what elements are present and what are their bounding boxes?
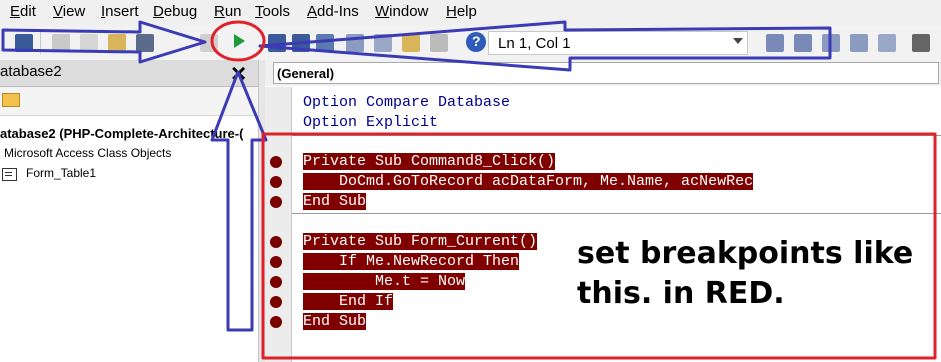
menu-view[interactable]: View — [53, 3, 85, 20]
tree-item-class-objects[interactable]: Microsoft Access Class Objects — [4, 146, 171, 160]
outdent-icon[interactable] — [794, 34, 812, 52]
breakpoint-dot[interactable] — [270, 256, 282, 268]
object-dropdown-value: (General) — [277, 66, 335, 81]
tree-item-form[interactable]: Form_Table1 — [26, 166, 96, 180]
menu-tools[interactable]: Tools — [255, 3, 290, 20]
stop-icon[interactable] — [292, 34, 310, 52]
indent-icon[interactable] — [766, 34, 784, 52]
save-icon[interactable] — [15, 34, 33, 52]
annotation-text: set breakpoints like this. in RED. — [577, 234, 913, 314]
procedure-separator — [292, 213, 941, 214]
toggle-folders-icon[interactable] — [2, 93, 20, 107]
code-line[interactable]: Option Compare Database — [303, 93, 510, 112]
project-pane-toolbar — [0, 87, 258, 116]
reset-icon[interactable] — [268, 34, 286, 52]
font-size-icon[interactable] — [878, 34, 896, 52]
breakpoint-dot[interactable] — [270, 196, 282, 208]
menu-insert[interactable]: Insert — [101, 3, 139, 20]
code-line[interactable]: End If — [303, 292, 394, 311]
code-line[interactable]: If Me.NewRecord Then — [303, 252, 520, 271]
toggle-breakpoint-icon[interactable] — [822, 34, 840, 52]
toolbar-separator — [40, 32, 41, 54]
close-icon[interactable]: × — [231, 58, 246, 89]
properties-icon[interactable] — [374, 34, 392, 52]
menu-bar: Edit View Insert Debug Run Tools Add-Ins… — [0, 0, 941, 26]
menu-help[interactable]: Help — [446, 3, 477, 20]
code-line[interactable]: Private Sub Form_Current() — [303, 232, 538, 251]
breakpoint-dot[interactable] — [270, 156, 282, 168]
list-properties-icon[interactable] — [912, 34, 930, 52]
undo-icon[interactable] — [200, 34, 218, 52]
procedure-separator — [292, 135, 941, 136]
design-mode-icon[interactable] — [316, 34, 334, 52]
copy-icon[interactable] — [80, 34, 98, 52]
cursor-position-text: Ln 1, Col 1 — [498, 35, 571, 52]
menu-add-ins[interactable]: Add-Ins — [307, 3, 359, 20]
breakpoint-dot[interactable] — [270, 276, 282, 288]
breakpoint-dot[interactable] — [270, 176, 282, 188]
tree-item-project[interactable]: atabase2 (PHP-Complete-Architecture-( — [0, 126, 243, 141]
project-pane-title: atabase2 — [0, 63, 62, 80]
code-window-header: (General) — [265, 60, 941, 86]
cut-icon[interactable] — [52, 34, 70, 52]
chevron-down-icon[interactable] — [733, 38, 743, 44]
menu-edit[interactable]: Edit — [10, 3, 36, 20]
comment-block-icon[interactable] — [850, 34, 868, 52]
code-line[interactable]: Private Sub Command8_Click() — [303, 152, 556, 171]
project-explorer-icon[interactable] — [346, 34, 364, 52]
breakpoint-dot[interactable] — [270, 296, 282, 308]
object-browser-icon[interactable] — [402, 34, 420, 52]
pane-splitter[interactable] — [258, 60, 265, 362]
breakpoint-dot[interactable] — [270, 316, 282, 328]
paste-icon[interactable] — [108, 34, 126, 52]
standard-toolbar: ? Ln 1, Col 1 — [0, 26, 941, 61]
menu-window[interactable]: Window — [375, 3, 428, 20]
project-tree: atabase2 (PHP-Complete-Architecture-( Mi… — [0, 116, 258, 362]
annotation-line-1: set breakpoints like — [577, 236, 914, 271]
code-line[interactable]: DoCmd.GoToRecord acDataForm, Me.Name, ac… — [303, 172, 754, 191]
project-pane-titlebar: atabase2 × — [0, 58, 258, 89]
form-icon — [2, 168, 17, 181]
menu-run[interactable]: Run — [214, 3, 242, 20]
annotation-line-2: this. in RED. — [577, 276, 785, 311]
code-line[interactable]: End Sub — [303, 312, 367, 331]
find-icon[interactable] — [136, 34, 154, 52]
menu-debug[interactable]: Debug — [153, 3, 197, 20]
code-line[interactable]: End Sub — [303, 192, 367, 211]
object-dropdown[interactable] — [273, 62, 939, 84]
code-line[interactable]: Option Explicit — [303, 113, 438, 132]
code-line[interactable]: Me.t = Now — [303, 272, 466, 291]
toolbox-icon[interactable] — [430, 34, 448, 52]
breakpoint-dot[interactable] — [270, 236, 282, 248]
help-icon[interactable]: ? — [466, 32, 486, 52]
